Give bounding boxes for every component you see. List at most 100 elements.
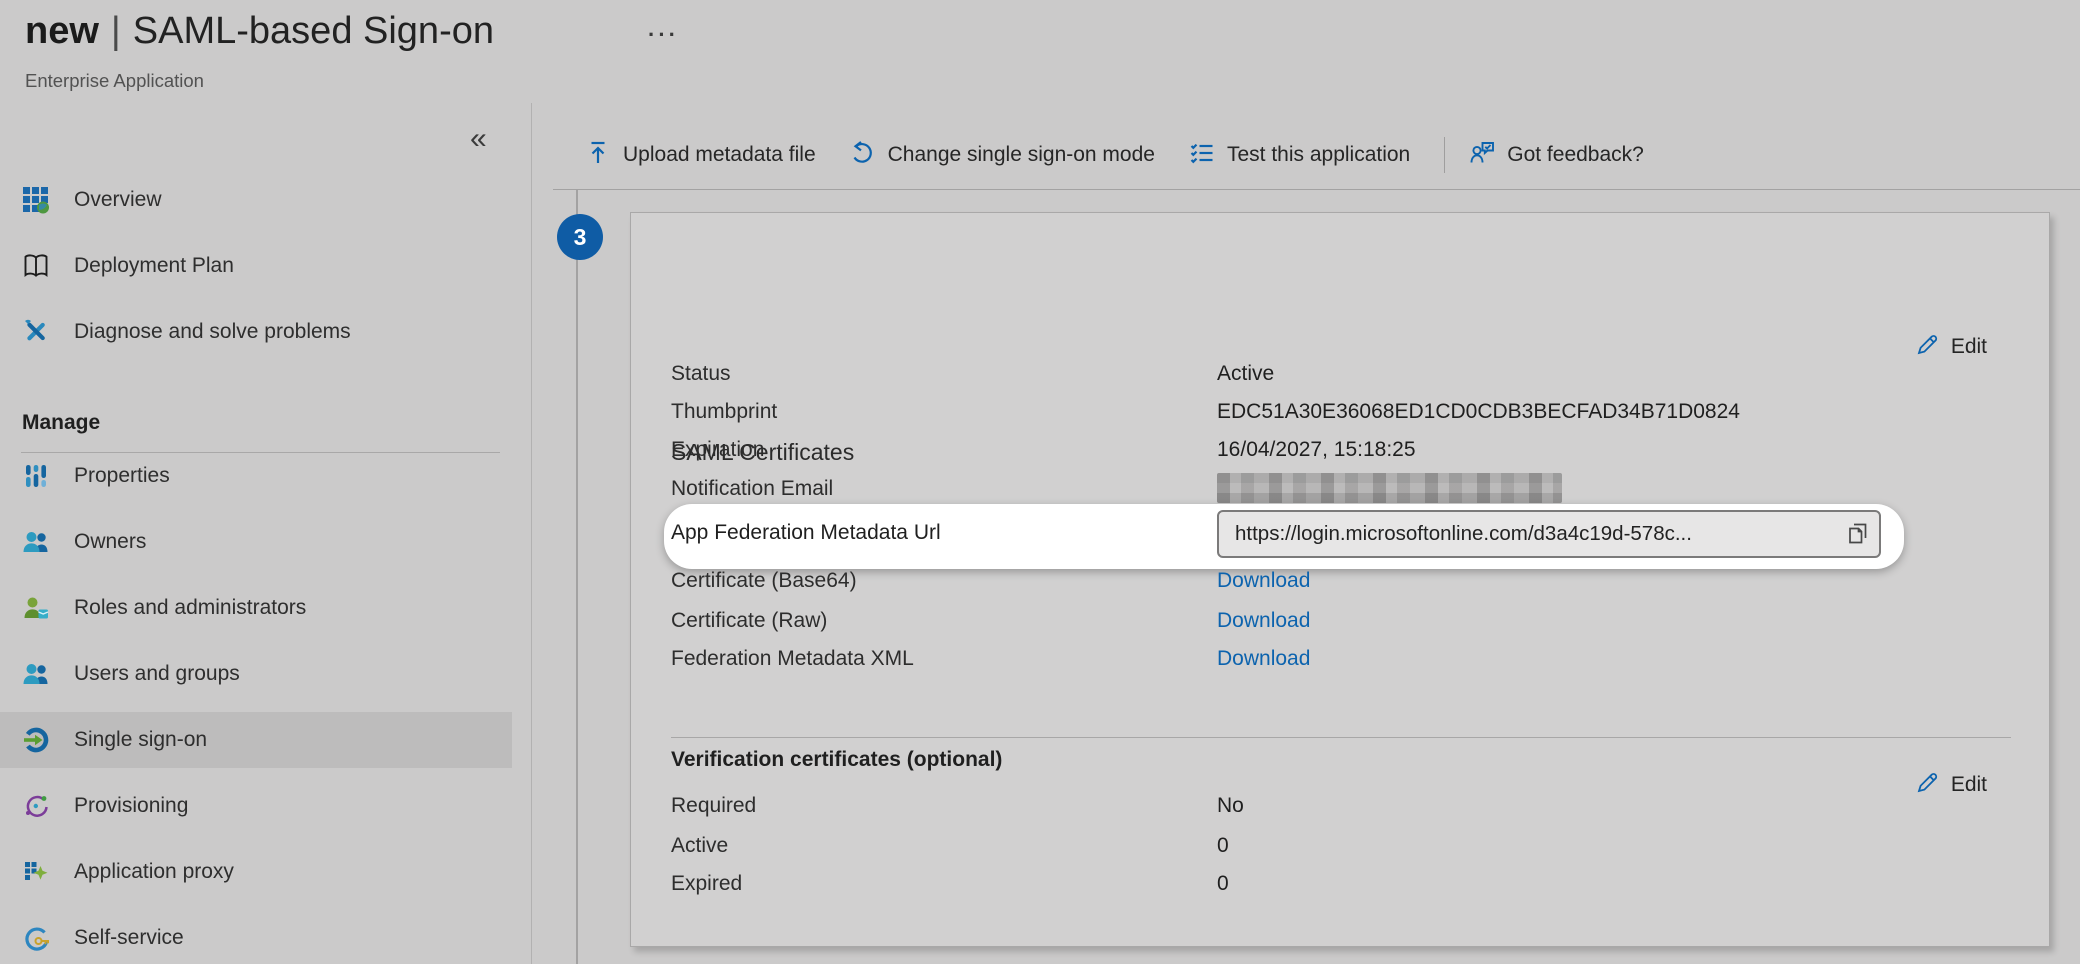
row-value: 0 (1217, 834, 1229, 858)
sidebar-item-label: Properties (74, 464, 170, 488)
section-divider (671, 737, 2011, 738)
row-value: 0 (1217, 872, 1229, 896)
grid-star-icon (22, 858, 50, 886)
collapse-sidebar-icon[interactable]: « (470, 124, 487, 154)
download-xml-link[interactable]: Download (1217, 647, 1310, 671)
row-certificate-raw: Certificate (Raw) Download (631, 607, 2049, 637)
row-value: EDC51A30E36068ED1CD0CDB3BECFAD34B71D0824 (1217, 400, 1740, 424)
row-label: Certificate (Base64) (671, 569, 857, 593)
sidebar-item-application-proxy[interactable]: Application proxy (0, 844, 512, 900)
row-thumbprint: Thumbprint EDC51A30E36068ED1CD0CDB3BECFA… (631, 398, 2049, 428)
row-label: Status (671, 362, 731, 386)
toolbar-label: Upload metadata file (623, 143, 816, 167)
row-notification-email: Notification Email (631, 475, 2049, 505)
change-sso-mode-button[interactable]: Change single sign-on mode (850, 140, 1155, 171)
row-value: 16/04/2027, 15:18:25 (1217, 438, 1416, 462)
sidebar-item-properties[interactable]: Properties (0, 448, 512, 504)
undo-arrow-icon (850, 140, 888, 171)
sidebar-item-label: Users and groups (74, 662, 240, 686)
redacted-email-value (1217, 473, 1562, 503)
page-title: new | SAML-based Sign-on (25, 6, 494, 56)
verification-certificates-heading: Verification certificates (optional) (671, 748, 1002, 772)
row-certificate-base64: Certificate (Base64) Download (631, 567, 2049, 597)
sliders-icon (22, 462, 50, 490)
row-label: Expired (671, 872, 742, 896)
upload-metadata-file-button[interactable]: Upload metadata file (585, 140, 816, 171)
row-label: Expiration (671, 438, 764, 462)
sidebar-divider (531, 103, 532, 964)
pencil-icon (1915, 331, 1941, 362)
row-label: Active (671, 834, 728, 858)
person-role-icon (22, 594, 50, 622)
sidebar-item-label: Single sign-on (74, 728, 207, 752)
toolbar-label: Test this application (1227, 143, 1410, 167)
row-status: Status Active (631, 360, 2049, 390)
row-label: Federation Metadata XML (671, 647, 914, 671)
ring-key-icon (22, 924, 50, 952)
sidebar-item-label: Diagnose and solve problems (74, 320, 351, 344)
toolbar-label: Got feedback? (1507, 143, 1644, 167)
command-bar: Upload metadata file Change single sign-… (585, 131, 1678, 179)
saml-certificates-card: SAML Certificates Edit Token signing cer… (630, 212, 2050, 947)
sidebar-item-provisioning[interactable]: Provisioning (0, 778, 512, 834)
row-value: No (1217, 794, 1244, 818)
edit-label: Edit (1951, 335, 1987, 359)
sidebar-item-users-and-groups[interactable]: Users and groups (0, 646, 512, 702)
app-federation-metadata-url-label: App Federation Metadata Url (671, 521, 941, 545)
feedback-person-icon (1469, 140, 1507, 171)
sidebar-item-label: Deployment Plan (74, 254, 234, 278)
sidebar-item-label: Provisioning (74, 794, 188, 818)
sso-arrow-circle-icon (22, 726, 50, 754)
sidebar-item-owners[interactable]: Owners (0, 514, 512, 570)
row-active-count: Active 0 (631, 832, 2049, 862)
app-name: new (25, 10, 99, 52)
sidebar-item-label: Self-service (74, 926, 184, 950)
two-people-icon (22, 660, 50, 688)
sidebar-item-self-service[interactable]: Self-service (0, 910, 512, 964)
sidebar-item-label: Roles and administrators (74, 596, 306, 620)
blade-name: SAML-based Sign-on (133, 10, 494, 52)
step-3-badge: 3 (557, 214, 603, 260)
more-options-icon[interactable]: ··· (648, 22, 679, 48)
open-book-icon (22, 252, 50, 280)
sidebar-item-deployment-plan[interactable]: Deployment Plan (0, 238, 512, 294)
row-expired-count: Expired 0 (631, 870, 2049, 900)
sidebar-item-overview[interactable]: Overview (0, 172, 512, 228)
got-feedback-button[interactable]: Got feedback? (1469, 140, 1644, 171)
sync-ring-icon (22, 792, 50, 820)
url-field-value: https://login.microsoftonline.com/d3a4c1… (1235, 512, 1835, 556)
page-subtitle: Enterprise Application (25, 70, 204, 92)
row-label: Certificate (Raw) (671, 609, 827, 633)
checklist-icon (1189, 140, 1227, 171)
row-label: Notification Email (671, 477, 833, 501)
edit-token-certificate-button[interactable]: Edit (1915, 331, 1987, 362)
row-federation-metadata-xml: Federation Metadata XML Download (631, 645, 2049, 675)
row-required: Required No (631, 792, 2049, 822)
download-base64-link[interactable]: Download (1217, 569, 1310, 593)
download-raw-link[interactable]: Download (1217, 609, 1310, 633)
test-application-button[interactable]: Test this application (1189, 140, 1410, 171)
row-label: Required (671, 794, 756, 818)
toolbar-divider (553, 189, 2080, 190)
toolbar-separator (1444, 137, 1445, 173)
step-timeline (576, 190, 578, 964)
row-expiration: Expiration 16/04/2027, 15:18:25 (631, 436, 2049, 466)
sidebar-section-manage: Manage (22, 411, 100, 435)
app-federation-metadata-url-field[interactable]: https://login.microsoftonline.com/d3a4c1… (1217, 510, 1881, 558)
sidebar-item-roles[interactable]: Roles and administrators (0, 580, 512, 636)
copy-icon[interactable] (1845, 521, 1871, 547)
row-label: Thumbprint (671, 400, 777, 424)
sidebar-item-single-sign-on[interactable]: Single sign-on (0, 712, 512, 768)
sidebar-item-label: Overview (74, 188, 162, 212)
title-separator: | (111, 10, 121, 52)
upload-icon (585, 140, 623, 171)
sidebar-item-label: Application proxy (74, 860, 234, 884)
crossed-tools-icon (22, 318, 50, 346)
sidebar-item-diagnose[interactable]: Diagnose and solve problems (0, 304, 512, 360)
app-window: new | SAML-based Sign-on ··· Enterprise Ap… (0, 0, 2080, 964)
two-people-icon (22, 528, 50, 556)
sidebar-item-label: Owners (74, 530, 146, 554)
toolbar-label: Change single sign-on mode (888, 143, 1155, 167)
overview-grid-icon (22, 186, 50, 214)
row-value: Active (1217, 362, 1274, 386)
